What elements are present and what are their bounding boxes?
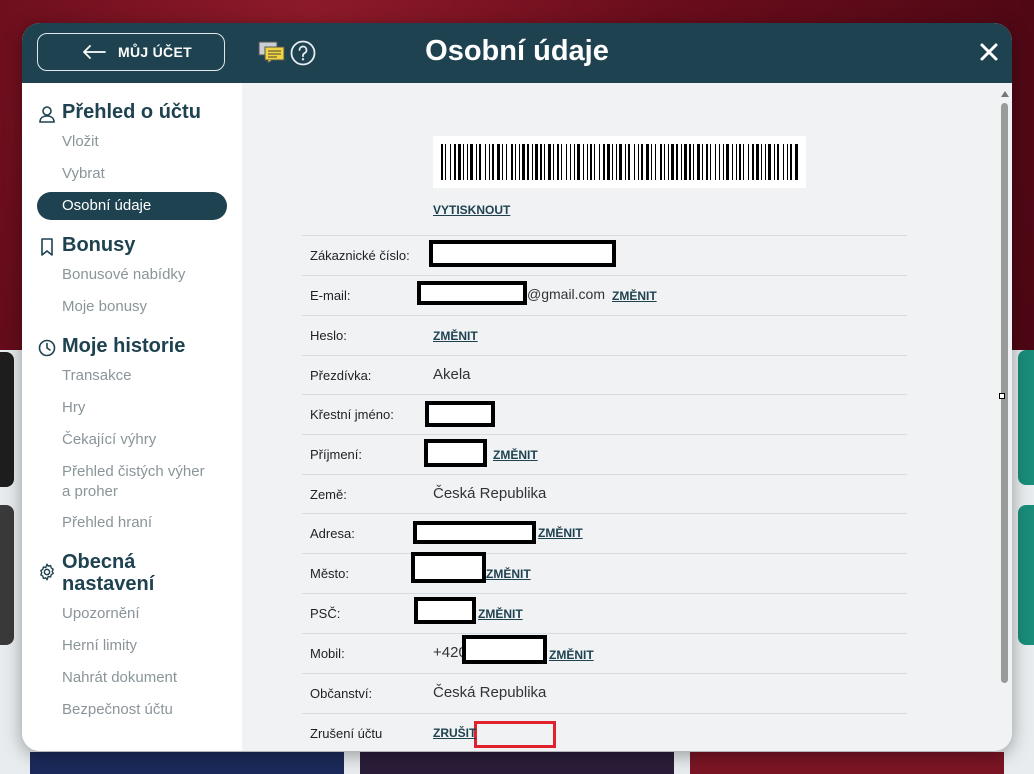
sidebar-item-personal-data[interactable]: Osobní údaje <box>37 192 227 220</box>
redacted-customer-number <box>429 240 616 267</box>
sidebar-section-bonuses: Bonusy <box>38 234 135 256</box>
back-to-account-button[interactable]: MŮJ ÚČET <box>37 33 225 71</box>
resize-handle[interactable] <box>999 393 1005 399</box>
row-citizenship: Občanství: Česká Republika <box>302 673 907 714</box>
row-country: Země: Česká Republika <box>302 474 907 515</box>
change-mobile-link[interactable]: ZMĚNIT <box>549 648 594 662</box>
background-card-right-2 <box>1018 505 1034 645</box>
bookmark-icon <box>41 238 53 256</box>
sidebar-item-pending-wins[interactable]: Čekající výhry <box>62 430 156 450</box>
row-mobile: Mobil: +420 ZMĚNIT <box>302 633 907 674</box>
chat-icon[interactable] <box>258 41 286 63</box>
help-icon[interactable] <box>290 40 316 66</box>
close-icon[interactable] <box>978 41 1000 63</box>
sidebar-item-upload-document[interactable]: Nahrát dokument <box>62 668 177 688</box>
cancel-account-link[interactable]: ZRUŠIT <box>433 726 476 740</box>
arrow-left-icon <box>83 45 106 59</box>
row-last-name: Příjmení: ZMĚNIT <box>302 434 907 475</box>
background-game-tiles <box>30 752 1030 774</box>
redacted-email <box>417 281 527 305</box>
sidebar-section-general-settings: Obecná nastavení <box>38 551 182 595</box>
redacted-first-name <box>425 401 495 427</box>
row-address: Adresa: ZMĚNIT <box>302 513 907 554</box>
cancel-highlight <box>474 721 556 748</box>
change-city-link[interactable]: ZMĚNIT <box>486 567 531 581</box>
redacted-address <box>413 521 536 544</box>
change-password-link[interactable]: ZMĚNIT <box>433 329 478 343</box>
sidebar-item-bonus-offers[interactable]: Bonusové nabídky <box>62 265 185 285</box>
redacted-postal-code <box>414 597 476 624</box>
gear-icon <box>40 563 54 581</box>
row-first-name: Křestní jméno: <box>302 394 907 435</box>
row-customer-number: Zákaznické číslo: <box>302 235 907 276</box>
redacted-city <box>411 552 486 583</box>
background-card-left-2 <box>0 505 14 645</box>
sidebar-item-gaming-limits[interactable]: Herní limity <box>62 636 137 656</box>
personal-data-panel: VYTISKNOUT Zákaznické číslo: E-mail: @gm… <box>242 83 1012 751</box>
print-link[interactable]: VYTISKNOUT <box>433 203 510 217</box>
sidebar-item-my-bonuses[interactable]: Moje bonusy <box>62 297 147 317</box>
sidebar-item-account-security[interactable]: Bezpečnost účtu <box>62 700 173 720</box>
row-city: Město: ZMĚNIT <box>302 552 907 594</box>
sidebar-item-notifications[interactable]: Upozornění <box>62 604 140 624</box>
row-nickname: Přezdívka: Akela <box>302 355 907 396</box>
background-card-right <box>1018 350 1034 485</box>
scroll-up-arrow-icon[interactable] <box>1001 91 1009 97</box>
change-last-name-link[interactable]: ZMĚNIT <box>493 448 538 462</box>
redacted-mobile <box>462 635 547 664</box>
account-modal: MŮJ ÚČET Osobní údaje Přehled o účtu Vlo… <box>22 23 1012 751</box>
sidebar: Přehled o účtu Vložit Vybrat Osobní údaj… <box>22 83 242 751</box>
change-postal-code-link[interactable]: ZMĚNIT <box>478 607 523 621</box>
modal-header: MŮJ ÚČET Osobní údaje <box>22 23 1012 83</box>
sidebar-item-withdraw[interactable]: Vybrat <box>62 164 105 184</box>
background-card-left <box>0 352 14 487</box>
back-button-label: MŮJ ÚČET <box>118 44 192 60</box>
sidebar-item-transactions[interactable]: Transakce <box>62 366 131 386</box>
change-email-link[interactable]: ZMĚNIT <box>612 289 657 303</box>
scrollbar[interactable] <box>1000 91 1010 743</box>
sidebar-section-history: Moje historie <box>38 335 185 357</box>
row-password: Heslo: ZMĚNIT <box>302 315 907 356</box>
sidebar-item-games[interactable]: Hry <box>62 398 85 418</box>
row-postal-code: PSČ: ZMĚNIT <box>302 593 907 634</box>
row-email: E-mail: @gmail.com ZMĚNIT <box>302 275 907 316</box>
change-address-link[interactable]: ZMĚNIT <box>538 526 583 540</box>
barcode-image <box>441 144 798 180</box>
sidebar-item-play-overview[interactable]: Přehled hraní <box>62 513 152 533</box>
user-icon <box>39 106 55 123</box>
sidebar-item-deposit[interactable]: Vložit <box>62 132 99 152</box>
sidebar-item-net-wins-overview[interactable]: Přehled čistých výher a proher <box>62 462 217 502</box>
redacted-last-name <box>424 439 487 467</box>
clock-icon <box>38 339 56 357</box>
customer-barcode <box>433 136 806 188</box>
sidebar-section-account: Přehled o účtu <box>38 101 201 123</box>
row-account-closure: Zrušení účtu ZRUŠIT <box>302 713 907 751</box>
